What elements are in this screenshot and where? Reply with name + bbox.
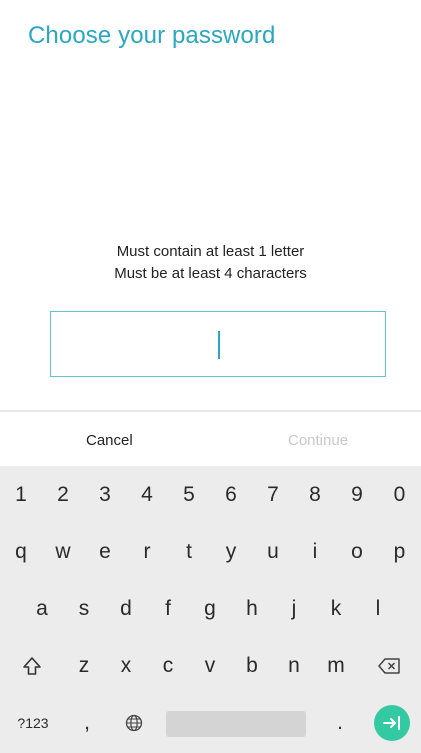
key-7[interactable]: 7 [252,466,294,523]
key-0[interactable]: 0 [378,466,421,523]
key-6[interactable]: 6 [210,466,252,523]
key-4[interactable]: 4 [126,466,168,523]
key-n[interactable]: n [273,637,315,694]
key-y[interactable]: y [210,523,252,580]
cancel-button[interactable]: Cancel [86,432,133,449]
key-i[interactable]: i [294,523,336,580]
key-q[interactable]: q [0,523,42,580]
key-s[interactable]: s [63,580,105,637]
symbols-key[interactable]: ?123 [0,694,66,751]
keyboard-row-bottom: ?123 , . [0,694,421,751]
keyboard-row-3: z x c v b n m [0,637,421,694]
key-v[interactable]: v [189,637,231,694]
password-requirements: Must contain at least 1 letter Must be a… [0,241,421,285]
key-g[interactable]: g [189,580,231,637]
comma-key[interactable]: , [66,694,108,751]
shift-key[interactable] [0,637,63,694]
key-k[interactable]: k [315,580,357,637]
key-h[interactable]: h [231,580,273,637]
shift-icon [22,656,41,675]
key-5[interactable]: 5 [168,466,210,523]
requirement-letter: Must contain at least 1 letter [116,243,305,260]
keyboard-row-numbers: 1 2 3 4 5 6 7 8 9 0 [0,466,421,523]
backspace-key[interactable] [357,637,421,694]
next-key[interactable] [374,705,410,741]
key-u[interactable]: u [252,523,294,580]
key-x[interactable]: x [105,637,147,694]
key-m[interactable]: m [315,637,357,694]
key-b[interactable]: b [231,637,273,694]
key-8[interactable]: 8 [294,466,336,523]
key-c[interactable]: c [147,637,189,694]
key-1[interactable]: 1 [0,466,42,523]
key-f[interactable]: f [147,580,189,637]
key-2[interactable]: 2 [42,466,84,523]
action-bar: Cancel Continue [0,412,421,466]
globe-key[interactable] [108,694,160,751]
keyboard-row-2: a s d f g h j k l [0,580,421,637]
text-cursor [218,331,220,359]
globe-icon [125,714,143,731]
key-w[interactable]: w [42,523,84,580]
key-t[interactable]: t [168,523,210,580]
continue-button[interactable]: Continue [288,432,348,449]
key-9[interactable]: 9 [336,466,378,523]
requirement-length: Must be at least 4 characters [114,265,307,282]
key-e[interactable]: e [84,523,126,580]
key-3[interactable]: 3 [84,466,126,523]
key-z[interactable]: z [63,637,105,694]
period-key[interactable]: . [316,694,364,751]
keyboard-row-1: q w e r t y u i o p [0,523,421,580]
key-p[interactable]: p [378,523,421,580]
password-input[interactable] [50,311,386,377]
key-r[interactable]: r [126,523,168,580]
space-bar[interactable] [166,711,306,737]
key-j[interactable]: j [273,580,315,637]
key-a[interactable]: a [21,580,63,637]
backspace-icon [378,657,400,674]
soft-keyboard: 1 2 3 4 5 6 7 8 9 0 q w e r t y u i o p … [0,466,421,753]
page-title: Choose your password [28,22,276,49]
next-field-icon [383,716,400,730]
key-l[interactable]: l [357,580,399,637]
key-d[interactable]: d [105,580,147,637]
key-o[interactable]: o [336,523,378,580]
